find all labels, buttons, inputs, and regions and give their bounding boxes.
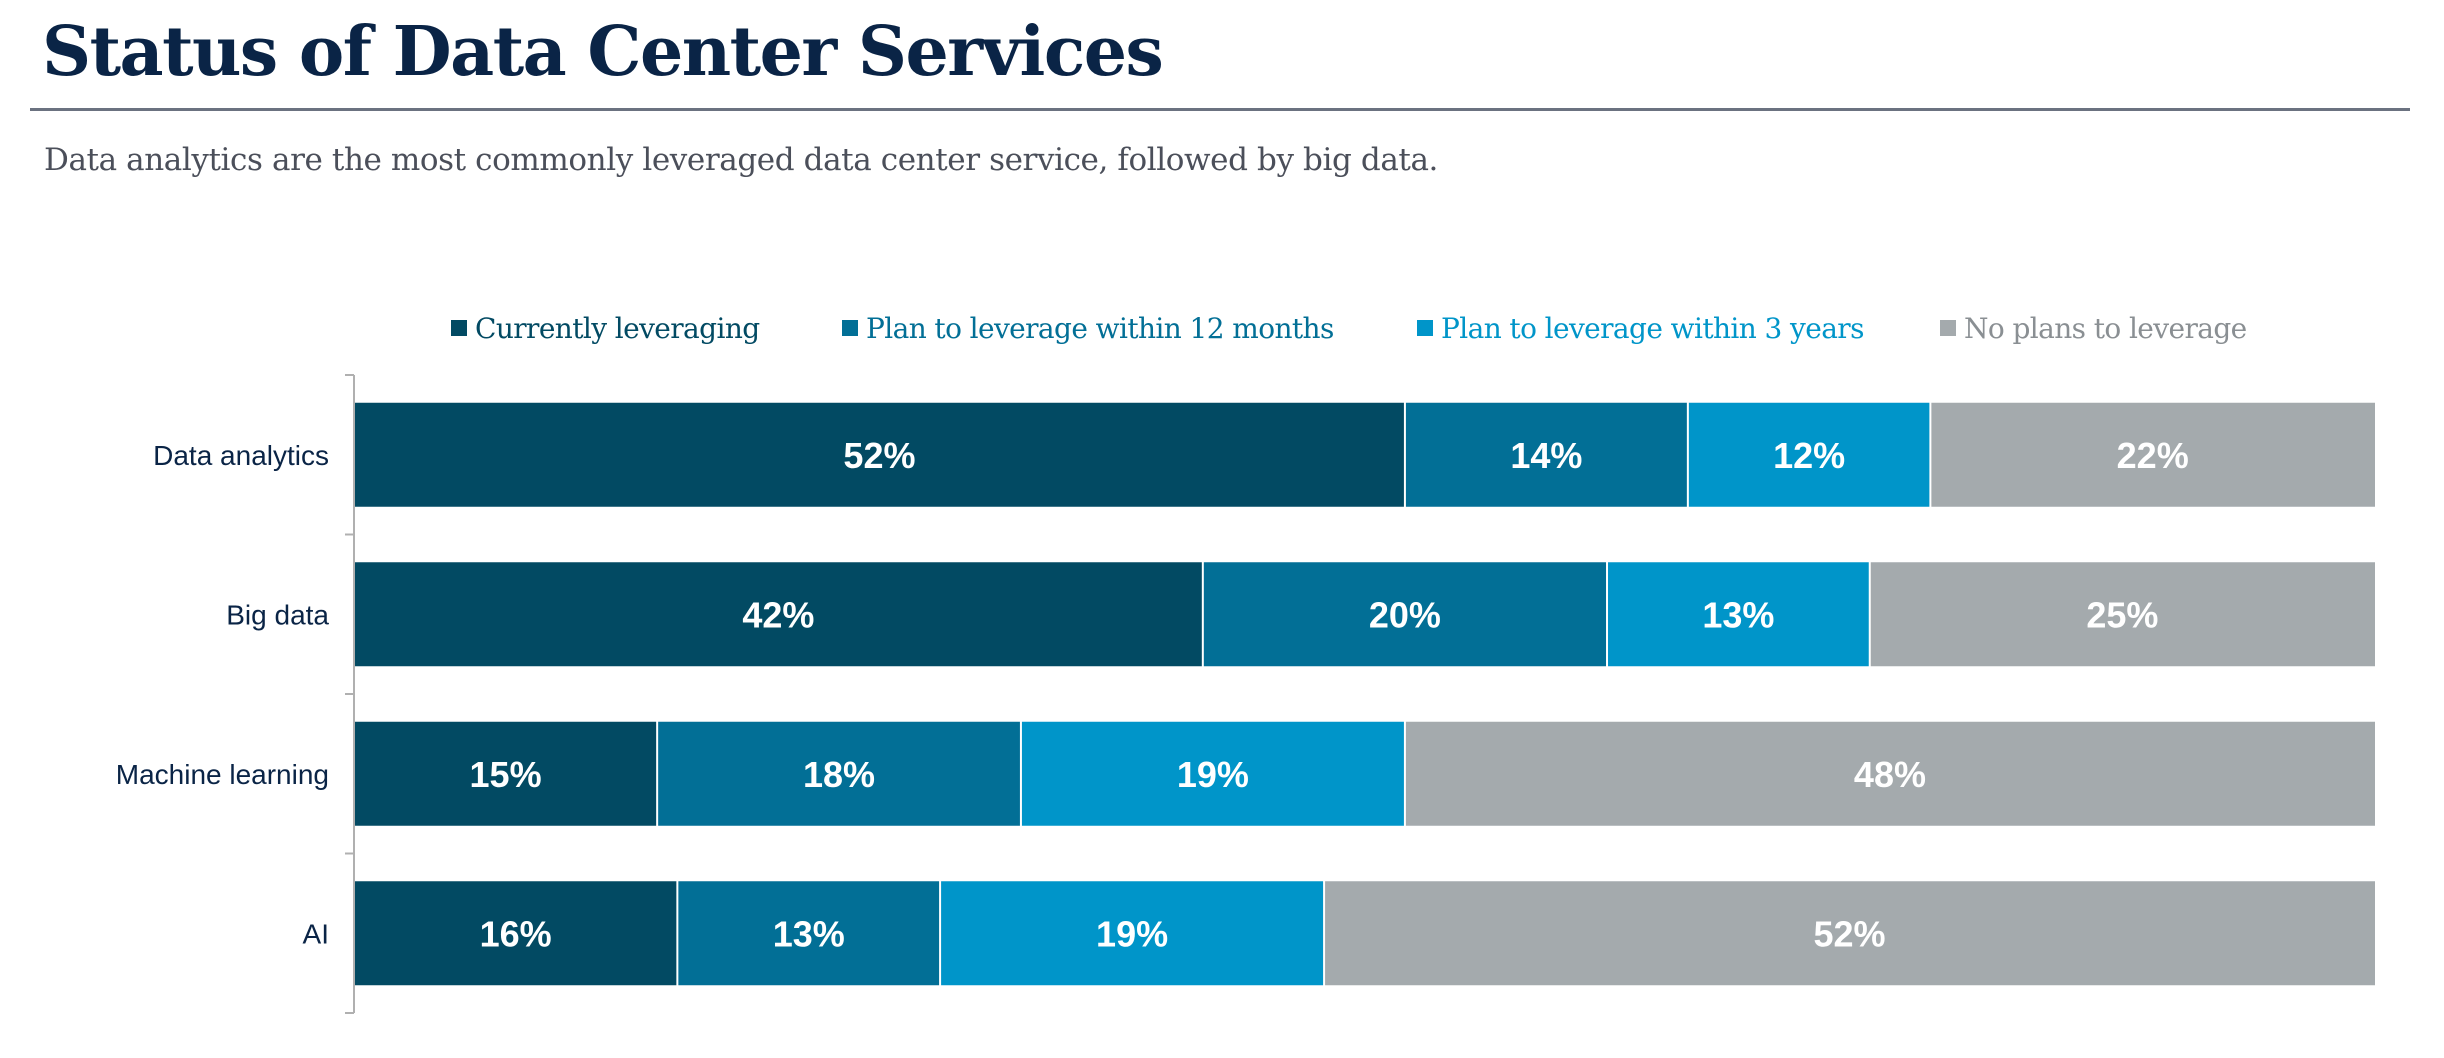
data-label: 19% <box>1177 754 1249 795</box>
data-label: 12% <box>1773 435 1845 476</box>
legend-swatch-icon <box>842 320 858 336</box>
bar-row-data-analytics: 52% 14% 12% 22% <box>355 402 2375 507</box>
legend-swatch-icon <box>1417 320 1433 336</box>
legend-label: Plan to leverage within 3 years <box>1441 312 1864 345</box>
data-label: 42% <box>742 594 814 635</box>
data-label: 13% <box>1702 594 1774 635</box>
legend-item-no-plans-to-leverage: No plans to leverage <box>1940 312 2247 345</box>
legend-item-plan-to-leverage-within-12-months: Plan to leverage within 12 months <box>842 312 1334 345</box>
legend-label: Currently leveraging <box>475 312 760 345</box>
category-label-data-analytics: Data analytics <box>153 440 329 471</box>
category-labels: Data analytics Big data Machine learning AI <box>116 440 330 950</box>
legend-item-currently-leveraging: Currently leveraging <box>451 312 761 345</box>
legend-swatch-icon <box>451 320 467 336</box>
bar-row-ai: 16% 13% 19% 52% <box>355 881 2375 986</box>
data-label: 19% <box>1096 913 1168 954</box>
data-label: 25% <box>2086 594 2158 635</box>
data-label: 22% <box>2117 435 2189 476</box>
data-label: 18% <box>803 754 875 795</box>
stacked-bar-chart: Currently leveraging Plan to leverage wit… <box>116 312 2375 1014</box>
data-label: 52% <box>1814 913 1886 954</box>
bar-row-big-data: 42% 20% 13% 25% <box>355 562 2375 667</box>
legend-label: No plans to leverage <box>1964 312 2247 345</box>
data-label: 20% <box>1369 594 1441 635</box>
category-label-machine-learning: Machine learning <box>116 759 329 790</box>
category-axis <box>345 374 355 1014</box>
legend-label: Plan to leverage within 12 months <box>866 312 1334 345</box>
category-label-big-data: Big data <box>226 599 329 630</box>
bar-row-machine-learning: 15% 18% 19% 48% <box>355 721 2375 826</box>
data-label: 48% <box>1854 754 1926 795</box>
bar-area: 52% 14% 12% 22%42% 20% 13% 25%15% 18% 19% 48%16% 1… <box>355 402 2375 986</box>
data-label: 13% <box>773 913 845 954</box>
chart-legend: Currently leveraging Plan to leverage wit… <box>451 312 2247 345</box>
data-label: 15% <box>470 754 542 795</box>
legend-item-plan-to-leverage-within-3-years: Plan to leverage within 3 years <box>1417 312 1864 345</box>
data-label: 16% <box>480 913 552 954</box>
legend-swatch-icon <box>1940 320 1956 336</box>
category-label-ai: AI <box>303 918 329 949</box>
data-label: 52% <box>843 435 915 476</box>
data-label: 14% <box>1510 435 1582 476</box>
